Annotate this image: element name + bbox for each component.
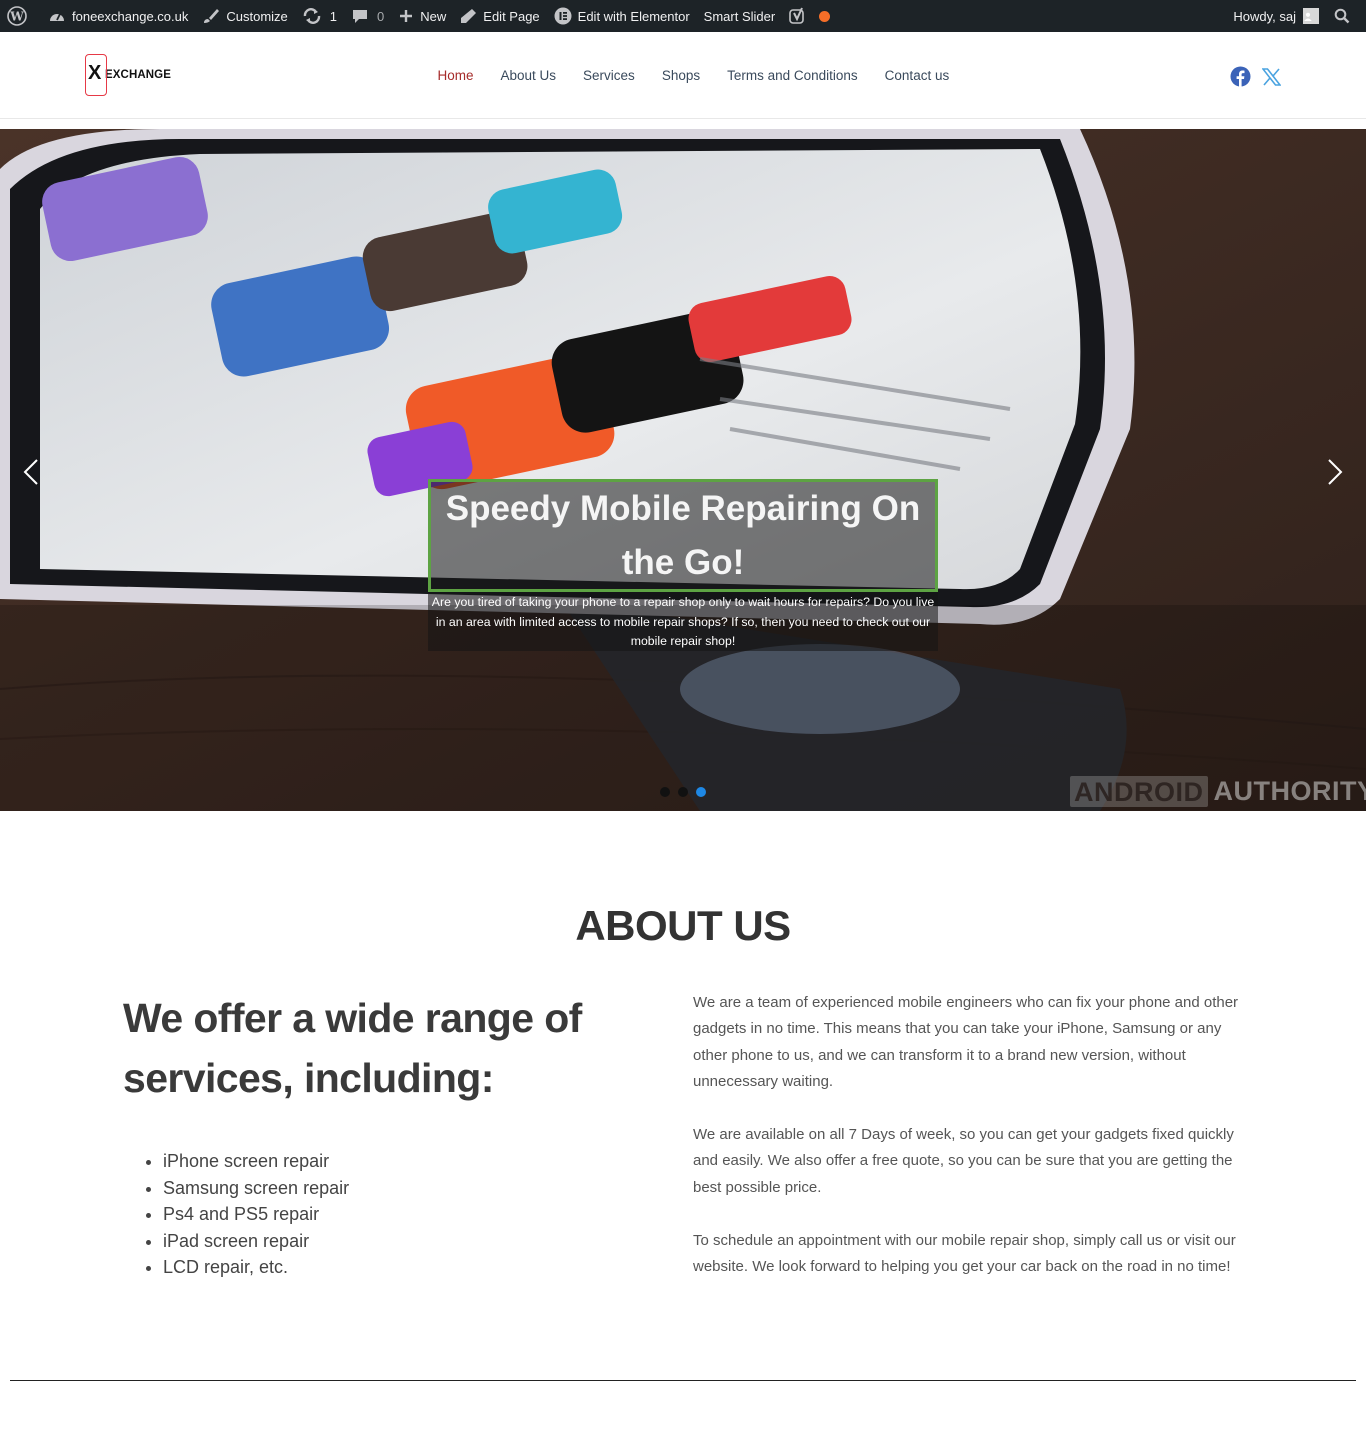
admin-bar-edit-page-label: Edit Page xyxy=(483,8,540,24)
admin-bar-new[interactable]: New xyxy=(391,0,453,32)
services-list: iPhone screen repair Samsung screen repa… xyxy=(163,1148,349,1281)
search-icon xyxy=(1334,8,1350,24)
admin-bar-yoast[interactable] xyxy=(782,0,837,32)
admin-bar-site[interactable]: foneexchange.co.uk xyxy=(41,0,195,32)
admin-bar-elementor[interactable]: Edit with Elementor xyxy=(547,0,697,32)
about-paragraph: We are a team of experienced mobile engi… xyxy=(693,994,1239,1090)
about-paragraph: To schedule an appointment with our mobi… xyxy=(693,1232,1236,1276)
about-section-title: ABOUT US xyxy=(575,902,791,949)
services-heading: We offer a wide range of services, inclu… xyxy=(123,995,582,1101)
x-twitter-icon[interactable] xyxy=(1262,67,1281,86)
logo-text: EXCHANGE xyxy=(105,69,171,81)
social-links xyxy=(1230,66,1292,87)
avatar xyxy=(1303,8,1319,24)
updates-count: 1 xyxy=(329,8,338,24)
list-item: Ps4 and PS5 repair xyxy=(163,1201,349,1228)
watermark-box-text: ANDROID xyxy=(1070,776,1208,807)
about-paragraph: We are available on all 7 Days of week, … xyxy=(693,1126,1234,1196)
admin-bar-site-label: foneexchange.co.uk xyxy=(72,8,189,24)
admin-bar-smart-slider[interactable]: Smart Slider xyxy=(697,0,783,32)
image-watermark: ANDROID AUTHORITY xyxy=(1070,776,1366,807)
admin-bar-elementor-label: Edit with Elementor xyxy=(577,8,690,24)
wordpress-logo-icon[interactable]: W xyxy=(0,0,41,32)
comment-icon xyxy=(353,10,368,23)
admin-bar-updates[interactable]: 1 xyxy=(295,0,344,32)
slide-description: Are you tired of taking your phone to a … xyxy=(428,592,938,651)
chevron-left-icon xyxy=(23,459,38,485)
site-header: X EXCHANGE Home About Us Services Shops … xyxy=(0,32,1366,119)
comments-count: 0 xyxy=(377,8,385,24)
slide-caption-box: Speedy Mobile Repairing On the Go! xyxy=(428,479,938,592)
slider-dot-3[interactable] xyxy=(696,787,706,797)
seo-status-dot xyxy=(819,10,831,22)
nav-item-about-us[interactable]: About Us xyxy=(487,68,570,83)
slide-title: Speedy Mobile Repairing On the Go! xyxy=(445,488,921,582)
nav-item-shops[interactable]: Shops xyxy=(648,68,713,83)
slider-next-arrow[interactable] xyxy=(1325,457,1345,487)
admin-bar-new-label: New xyxy=(420,8,447,24)
slider-dot-2[interactable] xyxy=(678,787,688,797)
plus-icon xyxy=(400,10,413,22)
nav-item-terms[interactable]: Terms and Conditions xyxy=(714,68,872,83)
admin-bar-smart-slider-label: Smart Slider xyxy=(703,8,776,24)
slider-prev-arrow[interactable] xyxy=(21,457,41,487)
list-item: iPad screen repair xyxy=(163,1228,349,1255)
nav-item-contact-us[interactable]: Contact us xyxy=(871,68,963,83)
admin-bar-search[interactable] xyxy=(1326,0,1366,32)
updates-icon xyxy=(303,8,320,24)
admin-bar-account[interactable]: Howdy, saj xyxy=(1226,0,1326,32)
brush-icon xyxy=(204,9,220,23)
chevron-right-icon xyxy=(1328,459,1343,485)
nav-item-home[interactable]: Home xyxy=(424,68,487,83)
watermark-text: AUTHORITY xyxy=(1213,776,1366,806)
about-description: We are a team of experienced mobile engi… xyxy=(693,990,1253,1308)
list-item: iPhone screen repair xyxy=(163,1148,349,1175)
section-divider xyxy=(10,1380,1356,1381)
facebook-icon[interactable] xyxy=(1230,66,1251,87)
wp-admin-bar: W foneexchange.co.uk Customize 1 0 New E… xyxy=(0,0,1366,32)
hero-slider: Speedy Mobile Repairing On the Go! Are y… xyxy=(0,129,1366,811)
svg-text:W: W xyxy=(9,10,24,24)
admin-bar-customize[interactable]: Customize xyxy=(195,0,294,32)
list-item: LCD repair, etc. xyxy=(163,1254,349,1281)
admin-bar-comments[interactable]: 0 xyxy=(344,0,391,32)
nav-item-services[interactable]: Services xyxy=(570,68,649,83)
admin-bar-edit-page[interactable]: Edit Page xyxy=(453,0,546,32)
main-nav: Home About Us Services Shops Terms and C… xyxy=(424,32,963,118)
list-item: Samsung screen repair xyxy=(163,1175,349,1202)
elementor-icon xyxy=(554,7,572,25)
phone-logo-icon: X xyxy=(85,54,107,96)
howdy-label: Howdy, saj xyxy=(1233,8,1296,24)
site-logo[interactable]: X EXCHANGE xyxy=(82,52,174,98)
pencil-icon xyxy=(461,9,477,23)
yoast-icon xyxy=(789,7,804,24)
slider-pagination xyxy=(660,787,714,797)
admin-bar-customize-label: Customize xyxy=(226,8,288,24)
slider-dot-1[interactable] xyxy=(660,787,670,797)
dashboard-icon xyxy=(50,13,64,21)
